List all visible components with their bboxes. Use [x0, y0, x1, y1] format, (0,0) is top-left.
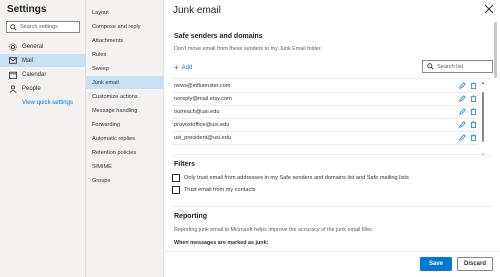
plus-icon: + — [174, 63, 179, 72]
menu-message-handling[interactable]: Message handling — [86, 104, 163, 117]
delete-icon[interactable] — [470, 121, 477, 128]
settings-scroll-area: Safe senders and domains Don't move emai… — [164, 20, 500, 251]
junk-email-panel: Junk email Safe senders and domains Don'… — [164, 0, 500, 277]
list-divider — [172, 78, 492, 79]
search-icon — [427, 63, 434, 70]
sender-address: outreach@usi.edu — [174, 109, 220, 115]
menu-smime[interactable]: S/MIME — [86, 160, 163, 173]
save-button[interactable]: Save — [420, 257, 452, 271]
menu-groups[interactable]: Groups — [86, 174, 163, 187]
nav-mail-label: Mail — [22, 57, 34, 64]
close-icon[interactable] — [484, 4, 494, 14]
menu-compose-and-reply[interactable]: Compose and reply — [86, 20, 163, 33]
trust-safe-list-only-option[interactable]: Only trust email from addresses in my Sa… — [172, 174, 409, 182]
nav-general-label: General — [22, 43, 44, 50]
sender-address: news@influenster.com — [174, 83, 231, 89]
menu-automatic-replies[interactable]: Automatic replies — [86, 132, 163, 145]
menu-junk-email[interactable]: Junk email — [86, 76, 163, 89]
safe-senders-description: Don't move email from these senders to m… — [174, 46, 322, 52]
nav-calendar[interactable]: Calendar — [0, 68, 86, 81]
menu-customize-actions[interactable]: Customize actions — [86, 90, 163, 103]
reporting-heading: Reporting — [174, 213, 208, 220]
nav-people[interactable]: People — [0, 82, 86, 95]
search-settings-placeholder: Search settings — [20, 24, 58, 30]
checkbox[interactable] — [172, 174, 180, 182]
sender-row: noreply@mail.etsy.com — [172, 93, 477, 106]
nav-mail[interactable]: Mail — [0, 54, 86, 67]
when-marked-label: When messages are marked as junk: — [174, 240, 269, 246]
checkbox[interactable] — [172, 186, 180, 194]
search-list-input[interactable]: Search list — [422, 60, 493, 73]
trust-contacts-option[interactable]: Trust email from my contacts — [172, 186, 256, 194]
add-label: Add — [181, 65, 193, 71]
delete-icon[interactable] — [470, 134, 477, 141]
sender-address: usi_president@usi.edu — [174, 135, 231, 141]
calendar-icon — [8, 71, 17, 79]
scroll-up-icon[interactable]: ▲ — [481, 80, 485, 85]
edit-icon[interactable] — [459, 108, 466, 115]
edit-icon[interactable] — [459, 134, 466, 141]
sender-row: provostoffice@usi.edu — [172, 119, 477, 132]
search-list-placeholder: Search list — [437, 63, 464, 70]
mail-settings-menu: Layout Compose and reply Attachments Rul… — [86, 0, 164, 277]
delete-icon[interactable] — [470, 82, 477, 89]
panel-scroll-thumb[interactable] — [494, 22, 497, 78]
menu-rules[interactable]: Rules — [86, 48, 163, 61]
search-settings-input[interactable]: Search settings — [6, 21, 80, 33]
sender-row: usi_president@usi.edu — [172, 132, 477, 145]
section-divider — [172, 154, 492, 155]
footer-bar: Save Discard — [164, 251, 500, 277]
panel-title: Junk email — [173, 5, 221, 16]
sender-row: news@influenster.com — [172, 80, 477, 93]
menu-attachments[interactable]: Attachments — [86, 34, 163, 47]
people-icon — [8, 84, 17, 93]
panel-scrollbar[interactable] — [493, 20, 498, 250]
trust-contacts-label: Trust email from my contacts — [184, 187, 256, 193]
sender-list-scrollbar[interactable]: ▲ ▼ — [481, 80, 485, 158]
mail-icon — [8, 57, 17, 64]
reporting-description: Reporting junk email to Microsoft helps … — [174, 227, 374, 233]
menu-sweep[interactable]: Sweep — [86, 62, 163, 75]
add-sender-button[interactable]: + Add — [174, 63, 193, 72]
settings-title: Settings — [7, 4, 47, 15]
sender-list-scroll-thumb[interactable] — [482, 92, 484, 142]
search-icon — [10, 23, 17, 31]
sender-address: noreply@mail.etsy.com — [174, 96, 232, 102]
edit-icon[interactable] — [459, 121, 466, 128]
filters-heading: Filters — [174, 161, 196, 168]
trust-safe-list-only-label: Only trust email from addresses in my Sa… — [184, 175, 409, 181]
sender-row: outreach@usi.edu — [172, 106, 477, 119]
menu-layout[interactable]: Layout — [86, 6, 163, 19]
sender-address: provostoffice@usi.edu — [174, 122, 230, 128]
view-quick-settings-link[interactable]: View quick settings — [22, 100, 73, 106]
menu-retention-policies[interactable]: Retention policies — [86, 146, 163, 159]
gear-icon — [8, 42, 17, 51]
nav-calendar-label: Calendar — [22, 71, 47, 78]
edit-icon[interactable] — [459, 95, 466, 102]
delete-icon[interactable] — [470, 108, 477, 115]
menu-forwarding[interactable]: Forwarding — [86, 118, 163, 131]
section-divider — [172, 206, 492, 207]
discard-button[interactable]: Discard — [457, 257, 493, 271]
settings-nav-pane: Settings Search settings General Mail Ca… — [0, 0, 86, 277]
delete-icon[interactable] — [470, 95, 477, 102]
nav-people-label: People — [22, 85, 41, 92]
edit-icon[interactable] — [459, 82, 466, 89]
safe-senders-heading: Safe senders and domains — [174, 33, 263, 40]
nav-general[interactable]: General — [0, 40, 86, 53]
